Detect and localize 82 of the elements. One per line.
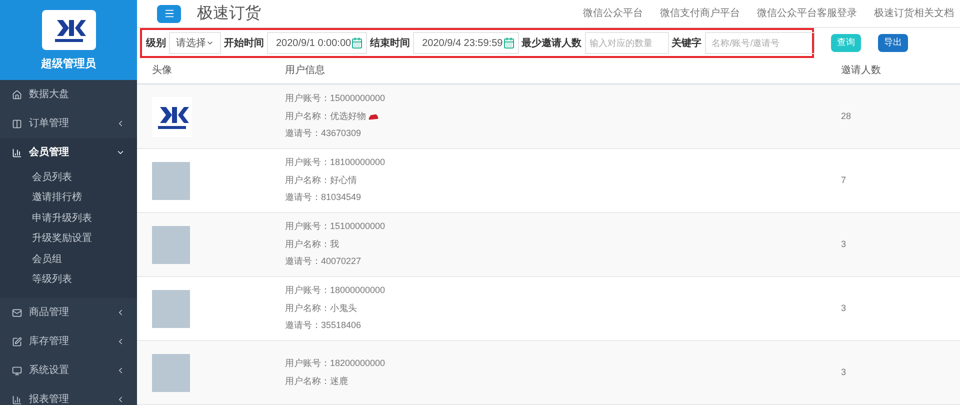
envelope-icon [12,308,22,318]
user-info-text: 用户名称：优选好物 [285,110,366,123]
role-label: 超级管理员 [41,56,96,72]
chevron-left-icon [116,366,125,375]
column-header: 用户信息 [285,64,326,78]
column-header: 邀请人数 [841,64,881,78]
page-title: 极速订货 [197,4,261,24]
user-info-text: 用户账号：18100000000 [285,156,386,170]
invite-count: 3 [841,366,846,379]
menu-label: 系统设置 [29,364,69,378]
photo-placeholder [152,226,190,264]
menu-item[interactable]: 系统设置 [0,356,137,385]
photo-placeholder [152,290,190,328]
user-info-text: 邀请号：40070227 [285,255,362,268]
submenu-item[interactable]: 等级列表 [0,270,137,290]
column-header: 头像 [152,64,173,78]
date-field[interactable]: 2020/9/1 0:00:00 [267,32,368,54]
bar-chart-icon [12,394,22,404]
filter-label: 开始时间 [224,36,264,51]
filter-label: 级别 [146,36,166,51]
header-link[interactable]: 极速订货相关文档 [874,6,954,22]
bar-chart-icon [12,148,22,158]
chevron-left-icon [116,395,125,404]
menu-item[interactable]: 订单管理 [0,109,137,138]
input-field[interactable]: 输入对应的数量 [584,32,669,54]
filter-label: 结束时间 [370,36,410,51]
chevron-down-icon [116,148,125,157]
menu-item[interactable]: 会员管理 [0,138,137,167]
submenu-item[interactable]: 会员组 [0,249,137,270]
invite-count: 28 [841,110,852,123]
menu-label: 商品管理 [29,306,69,320]
keyword-field[interactable]: 名称/账号/邀请号 [704,32,815,54]
menu-label: 会员管理 [29,146,69,160]
menu-label: 库存管理 [29,334,69,349]
filter-label: 关键字 [672,36,702,51]
calendar-icon [351,37,364,50]
menu-item[interactable]: 库存管理 [0,327,137,356]
header-link[interactable]: 微信公众平台 [583,6,643,22]
submenu-item[interactable]: 升级奖励设置 [0,228,137,249]
edit-icon [12,336,22,346]
user-info-text: 用户账号：18000000000 [285,284,386,298]
photo-placeholder [152,162,190,200]
user-info-text: 邀请号：35518406 [285,319,362,332]
user-info-text: 邀请号：81034549 [285,191,362,204]
user-info-text: 用户名称：迷鹿 [285,374,348,388]
user-info-text: 用户账号：18200000000 [285,357,386,370]
invite-count: 3 [841,302,846,315]
menu-icon [164,8,174,20]
home-icon [12,90,22,100]
user-info-text: 用户账号：15100000000 [285,220,386,234]
user-info-text: 用户账号：15000000000 [285,92,386,106]
user-info-text: 邀请号：43670309 [285,127,362,140]
header-link[interactable]: 微信公众平台客服登录 [757,6,857,22]
user-info-text: 用户名称：小鬼头 [285,302,357,315]
chevron-left-icon [116,308,125,317]
date-field[interactable]: 2020/9/4 23:59:59 [413,32,519,54]
menu-label: 订单管理 [29,116,69,131]
columns-icon [12,118,22,128]
invite-count: 3 [841,238,846,251]
submenu-item[interactable]: 申请升级列表 [0,208,137,228]
filter-label: 最少邀请人数 [522,36,582,51]
photo-placeholder [152,354,190,392]
menu-button[interactable] [157,4,181,23]
menu-label: 数据大盘 [29,88,69,102]
invite-count: 7 [841,174,846,187]
menu-item[interactable]: 数据大盘 [0,80,137,109]
chevron-left-icon [116,337,125,346]
menu-item[interactable]: 商品管理 [0,298,137,327]
user-info-text: 用户名称：我 [285,238,339,251]
chevron-left-icon [116,119,125,128]
monitor-icon [12,366,22,376]
calendar-icon [502,37,515,50]
logo-icon [152,96,192,136]
submenu-item[interactable]: 会员列表 [0,167,137,188]
level-select[interactable]: 请选择 [169,32,221,54]
submenu-item[interactable]: 邀请排行榜 [0,188,137,208]
menu-label: 报表管理 [29,392,69,405]
header-link[interactable]: 微信支付商户平台 [660,6,740,22]
logo-icon [42,10,96,50]
export-button[interactable]: 导出 [878,34,908,52]
user-info-text: 用户名称：好心情 [285,174,357,187]
menu-item[interactable]: 报表管理 [0,385,137,405]
